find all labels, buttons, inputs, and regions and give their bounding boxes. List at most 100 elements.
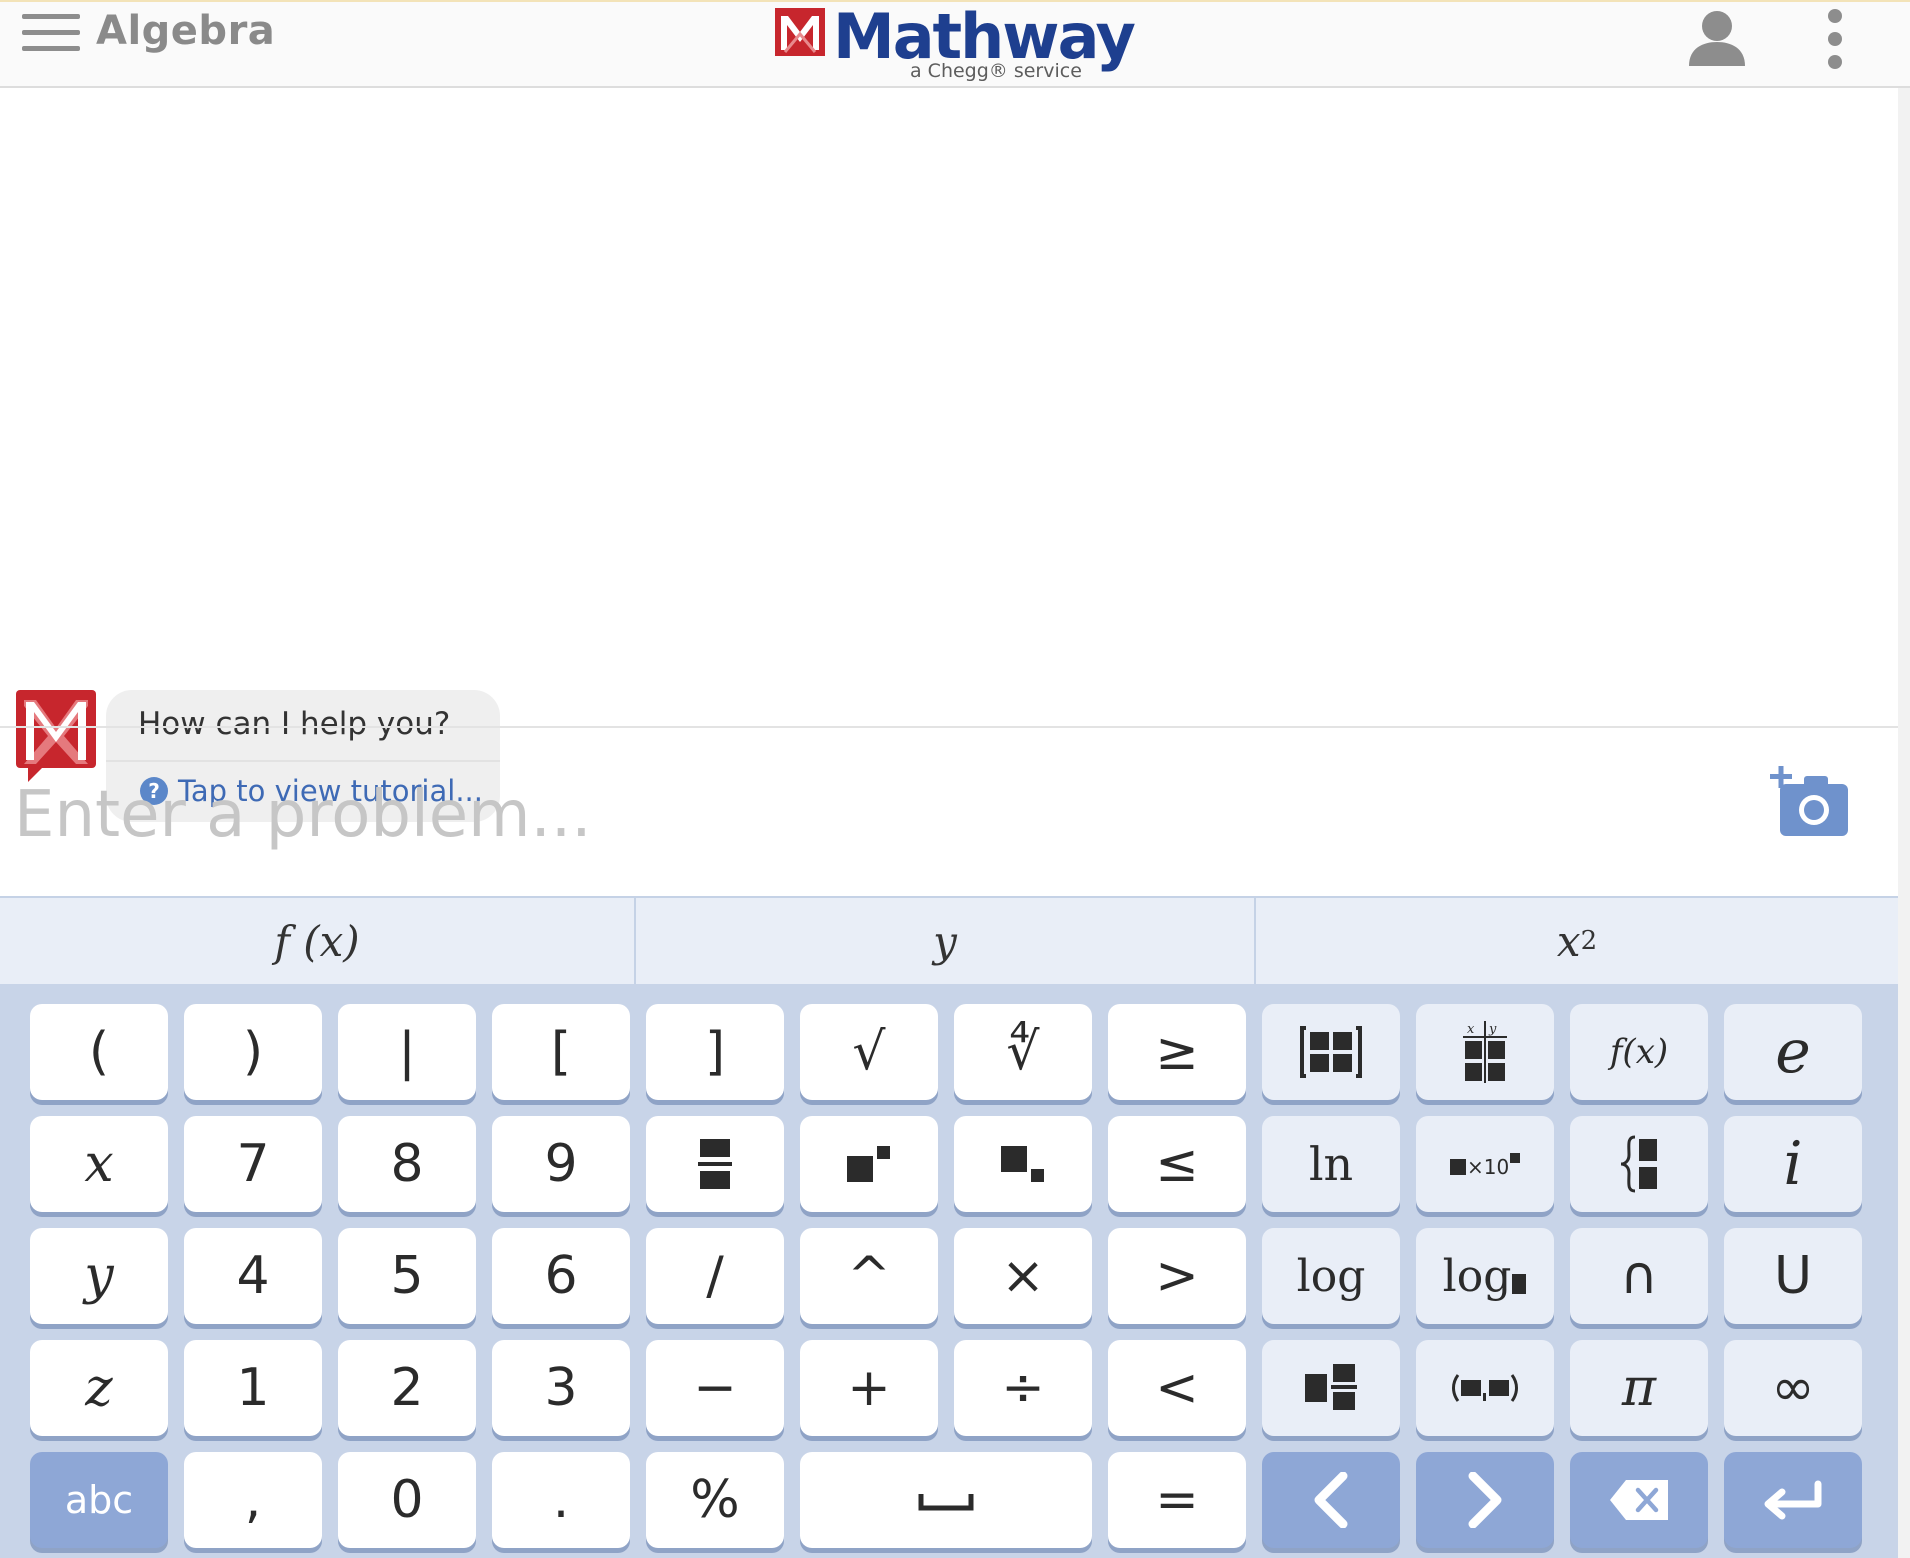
key-leq[interactable]: ≤ xyxy=(1108,1116,1246,1212)
key-divide[interactable]: ÷ xyxy=(954,1340,1092,1436)
key-matrix[interactable] xyxy=(1262,1004,1400,1100)
subscript-icon xyxy=(1001,1146,1044,1182)
key-z[interactable]: z xyxy=(30,1340,168,1436)
key-superscript[interactable] xyxy=(800,1116,938,1212)
key-1[interactable]: 1 xyxy=(184,1340,322,1436)
key-cursor-left[interactable] xyxy=(1262,1452,1400,1548)
key-cursor-right[interactable] xyxy=(1416,1452,1554,1548)
arrow-left-icon xyxy=(1314,1472,1348,1528)
key-space[interactable] xyxy=(800,1452,1092,1548)
key-x[interactable]: x xyxy=(30,1116,168,1212)
fraction-icon xyxy=(698,1139,732,1189)
key-piecewise[interactable] xyxy=(1570,1116,1708,1212)
key-sqrt[interactable]: √ xyxy=(800,1004,938,1100)
arrow-right-icon xyxy=(1468,1472,1502,1528)
matrix-icon xyxy=(1300,1026,1362,1078)
key-percent[interactable]: % xyxy=(646,1452,784,1548)
log-base-text: log xyxy=(1442,1250,1512,1302)
sci-notation-icon: ×10 xyxy=(1450,1153,1520,1179)
key-slash[interactable]: / xyxy=(646,1228,784,1324)
space-icon xyxy=(918,1494,974,1511)
key-backspace[interactable] xyxy=(1570,1452,1708,1548)
key-open-paren[interactable]: ( xyxy=(30,1004,168,1100)
chat-divider xyxy=(0,726,1898,728)
key-intersection[interactable]: ∩ xyxy=(1570,1228,1708,1324)
key-times[interactable]: × xyxy=(954,1228,1092,1324)
key-infinity[interactable]: ∞ xyxy=(1724,1340,1862,1436)
key-4[interactable]: 4 xyxy=(184,1228,322,1324)
superscript-icon xyxy=(847,1146,890,1182)
bot-message: How can I help you? xyxy=(138,706,451,742)
key-sci-notation[interactable]: ×10 xyxy=(1416,1116,1554,1212)
enter-icon xyxy=(1764,1480,1822,1520)
svg-text:x: x xyxy=(1467,1022,1475,1037)
key-greater-than[interactable]: > xyxy=(1108,1228,1246,1324)
scroll-gutter xyxy=(1898,88,1910,1558)
user-icon[interactable] xyxy=(1685,8,1749,68)
mathway-logo: Mathway a Chegg® service xyxy=(775,0,1136,86)
tab-function[interactable]: f (x) xyxy=(0,898,636,984)
key-e[interactable]: e xyxy=(1724,1004,1862,1100)
key-0[interactable]: 0 xyxy=(338,1452,476,1548)
mixed-number-icon xyxy=(1305,1364,1357,1410)
app-window: Algebra Mathway a Chegg® service How can… xyxy=(0,0,1910,1558)
key-geq[interactable]: ≥ xyxy=(1108,1004,1246,1100)
bubble-divider xyxy=(106,760,500,762)
key-open-bracket[interactable]: [ xyxy=(492,1004,630,1100)
logo-mark xyxy=(775,8,825,56)
key-mixed-number[interactable] xyxy=(1262,1340,1400,1436)
key-close-paren[interactable]: ) xyxy=(184,1004,322,1100)
problem-input[interactable] xyxy=(14,770,1714,860)
chat-area: How can I help you? ? Tap to view tutori… xyxy=(0,112,1898,822)
key-pi[interactable]: π xyxy=(1570,1340,1708,1436)
key-close-bracket[interactable]: ] xyxy=(646,1004,784,1100)
subject-title[interactable]: Algebra xyxy=(96,8,275,54)
key-dot[interactable]: . xyxy=(492,1452,630,1548)
table-icon: x y xyxy=(1463,1021,1507,1083)
tab-y[interactable]: y xyxy=(636,898,1256,984)
key-i[interactable]: i xyxy=(1724,1116,1862,1212)
ordered-pair-icon xyxy=(1452,1374,1518,1402)
math-keyboard: f (x) y x2 ( ) | [ ] √ ∜ ≥ x y f(x) e x … xyxy=(0,896,1898,1558)
key-y[interactable]: y xyxy=(30,1228,168,1324)
key-abc[interactable]: abc xyxy=(30,1452,168,1548)
key-log-base[interactable]: log xyxy=(1416,1228,1554,1324)
camera-add-icon[interactable] xyxy=(1770,766,1852,840)
key-log[interactable]: log xyxy=(1262,1228,1400,1324)
keyboard-tabs: f (x) y x2 xyxy=(0,896,1898,984)
key-2[interactable]: 2 xyxy=(338,1340,476,1436)
key-3[interactable]: 3 xyxy=(492,1340,630,1436)
logo-tagline: a Chegg® service xyxy=(910,60,1082,82)
key-equals[interactable]: = xyxy=(1108,1452,1246,1548)
top-bar: Algebra Mathway a Chegg® service xyxy=(0,0,1910,88)
key-nth-root[interactable]: ∜ xyxy=(954,1004,1092,1100)
backspace-icon xyxy=(1610,1480,1668,1520)
key-ln[interactable]: ln xyxy=(1262,1116,1400,1212)
key-fraction[interactable] xyxy=(646,1116,784,1212)
key-plus[interactable]: + xyxy=(800,1340,938,1436)
log-base-box-icon xyxy=(1512,1274,1527,1294)
key-enter[interactable] xyxy=(1724,1452,1862,1548)
key-caret[interactable]: ^ xyxy=(800,1228,938,1324)
piecewise-icon xyxy=(1620,1135,1657,1193)
svg-text:y: y xyxy=(1488,1022,1497,1037)
more-vertical-icon[interactable] xyxy=(1822,8,1848,70)
key-7[interactable]: 7 xyxy=(184,1116,322,1212)
key-5[interactable]: 5 xyxy=(338,1228,476,1324)
key-comma[interactable]: , xyxy=(184,1452,322,1548)
menu-icon[interactable] xyxy=(22,14,80,56)
key-function[interactable]: f(x) xyxy=(1570,1004,1708,1100)
key-union[interactable]: U xyxy=(1724,1228,1862,1324)
key-8[interactable]: 8 xyxy=(338,1116,476,1212)
key-minus[interactable]: − xyxy=(646,1340,784,1436)
key-ordered-pair[interactable] xyxy=(1416,1340,1554,1436)
key-abs-bar[interactable]: | xyxy=(338,1004,476,1100)
mathway-bot-avatar xyxy=(16,690,96,782)
key-table[interactable]: x y xyxy=(1416,1004,1554,1100)
tab-power[interactable]: x2 xyxy=(1256,898,1898,984)
key-9[interactable]: 9 xyxy=(492,1116,630,1212)
key-less-than[interactable]: < xyxy=(1108,1340,1246,1436)
key-subscript[interactable] xyxy=(954,1116,1092,1212)
sci-notation-text: ×10 xyxy=(1467,1155,1509,1179)
key-6[interactable]: 6 xyxy=(492,1228,630,1324)
